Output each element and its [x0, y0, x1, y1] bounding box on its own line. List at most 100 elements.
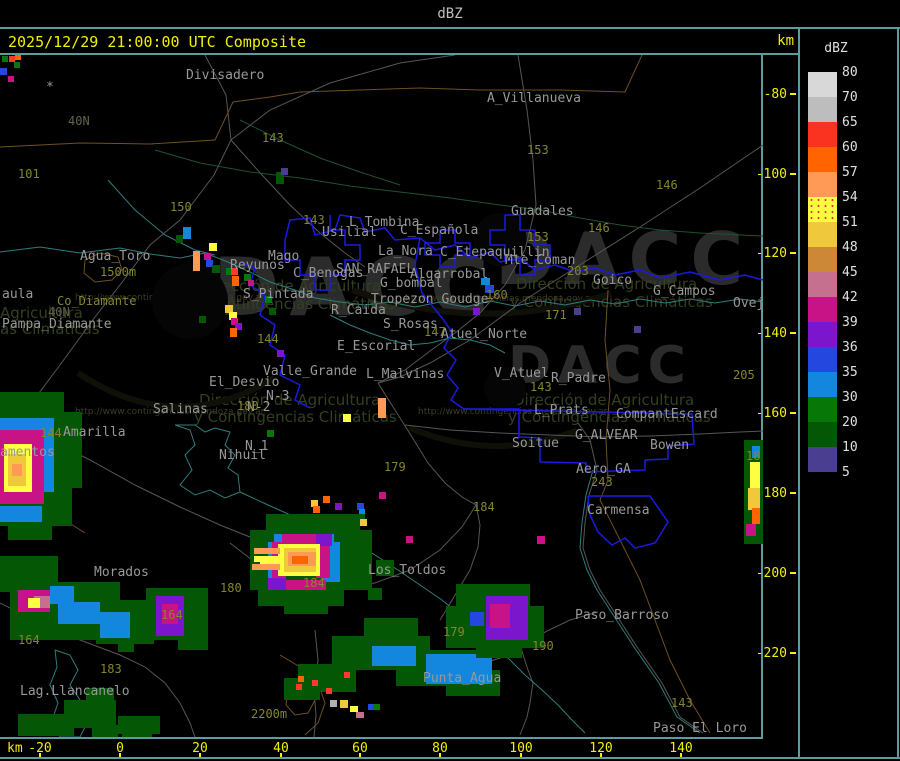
legend-value-label: 51 [842, 215, 858, 230]
title-bar: dBZ [0, 0, 900, 27]
km-unit-label: km [777, 33, 794, 49]
route-number-label: 180 [220, 581, 242, 595]
place-label: Usilial [322, 225, 377, 240]
legend-value-label: 60 [842, 140, 858, 155]
place-label: Pampa_Diamante [2, 317, 112, 332]
place-label: Soitue [512, 436, 559, 451]
legend-value-label: 20 [842, 415, 858, 430]
place-label: 40N [68, 114, 90, 128]
route-number-label: 150 [170, 200, 192, 214]
legend-swatch [808, 397, 837, 422]
route-number-label: 144 [40, 426, 62, 440]
place-label: Reyunos [230, 258, 285, 273]
place-label: 40N [48, 305, 70, 319]
legend-swatch [808, 272, 837, 297]
dbz-legend: dBZ 80 70 65 60 57 54 51 48 45 42 39 36 35 30 20 10 5 [800, 29, 898, 759]
place-label: Carmensa [587, 503, 650, 518]
route-number-label: 179 [384, 460, 406, 474]
legend-swatch [808, 372, 837, 397]
route-number-label: 203 [567, 264, 589, 278]
place-label: * [46, 80, 54, 95]
route-number-label: 184 [473, 500, 495, 514]
place-label: Guadales [511, 204, 574, 219]
route-number-label: 18 [746, 449, 761, 463]
route-number-label: 143 [303, 213, 325, 227]
legend-swatch [808, 322, 837, 347]
legend-value-label: 39 [842, 315, 858, 330]
right-axis-tick [790, 652, 796, 654]
legend-value-label: 5 [842, 465, 850, 480]
map-labels-layer: Divisadero A_Villanueva Guadales L_Tombina U… [0, 55, 763, 737]
legend-swatch [808, 72, 837, 97]
map-border-bottom [0, 737, 763, 739]
route-number-label: 153 [527, 230, 549, 244]
place-label: La_Nora [378, 244, 433, 259]
place-label: G_bombal [380, 276, 443, 291]
legend-title: dBZ [824, 41, 848, 56]
place-label: Valle_Grande [263, 364, 357, 379]
legend-swatch [808, 97, 837, 122]
titlebar-divider [0, 27, 900, 29]
place-label: Paso El Loro [653, 721, 747, 736]
route-number-label: 179 [443, 625, 465, 639]
place-label: C_Española [400, 223, 479, 238]
legend-value-label: 57 [842, 165, 858, 180]
route-number-label: 101 [18, 167, 40, 181]
right-axis-tick [790, 492, 796, 494]
place-label: Tropezon Goudge [371, 292, 489, 307]
place-label: R_Caida [331, 303, 386, 318]
place-label: SAN_RAFAEL [336, 262, 415, 277]
legend-swatch [808, 147, 837, 172]
place-label: L_Malvinas [366, 367, 445, 382]
place-label: Agua_Toro [80, 249, 151, 264]
right-axis-tick [790, 93, 796, 95]
place-label: Nihuil [219, 448, 266, 463]
route-number-label: 183 [100, 662, 122, 676]
legend-value-label: 35 [842, 365, 858, 380]
place-label: Paso_Barroso [575, 608, 669, 623]
place-label: Goico [593, 273, 633, 288]
place-label: Divisadero [186, 68, 265, 83]
right-axis-tick [790, 572, 796, 574]
route-number-label: 171 [545, 308, 567, 322]
place-label: Morados [94, 565, 149, 580]
place-label: S_Pintada [243, 287, 314, 302]
window-title: dBZ [437, 6, 463, 22]
legend-value-label: 54 [842, 190, 858, 205]
legend-value-label: 48 [842, 240, 858, 255]
route-number-label: 164 [161, 608, 183, 622]
legend-swatch [808, 347, 837, 372]
place-label: Atuel_Norte [441, 327, 528, 342]
legend-swatch [808, 297, 837, 322]
route-number-label: 190 [532, 639, 554, 653]
radar-map: DACC DACC DACC Dirección de Agricultura y Co… [0, 55, 763, 737]
route-number-label: 205 [733, 368, 755, 382]
route-number-label: 143 [530, 380, 552, 394]
place-label: aula [2, 287, 34, 302]
route-number-label: 184 [303, 576, 325, 590]
place-label: Mte_Coman [505, 253, 576, 268]
route-number-label: 143 [671, 696, 693, 710]
place-label: G_Campos [653, 284, 716, 299]
legend-swatch [808, 422, 837, 447]
right-axis-tick [790, 252, 796, 254]
place-label: R_Padre [551, 371, 606, 386]
route-number-label: 180 [237, 399, 259, 413]
route-number-label: 146 [588, 221, 610, 235]
place-label: Punta_Agua [423, 671, 502, 686]
legend-swatch [808, 447, 837, 472]
place-label: CompantEscard [616, 407, 718, 422]
legend-value-label: 45 [842, 265, 858, 280]
route-number-label: 144 [257, 332, 279, 346]
place-label: E_Escorial [337, 339, 416, 354]
timestamp-label: 2025/12/29 21:00:00 UTC Composite [8, 33, 307, 51]
legend-swatch [808, 172, 837, 197]
legend-value-label: 70 [842, 90, 858, 105]
bottom-axis-unit: km [7, 741, 23, 756]
window-border-bottom [0, 757, 900, 759]
route-number-label: 153 [527, 143, 549, 157]
place-label: Amarilla [63, 425, 126, 440]
place-label: L_Prats [534, 403, 589, 418]
legend-swatch [808, 197, 837, 222]
place-label: Oveje [733, 296, 763, 311]
